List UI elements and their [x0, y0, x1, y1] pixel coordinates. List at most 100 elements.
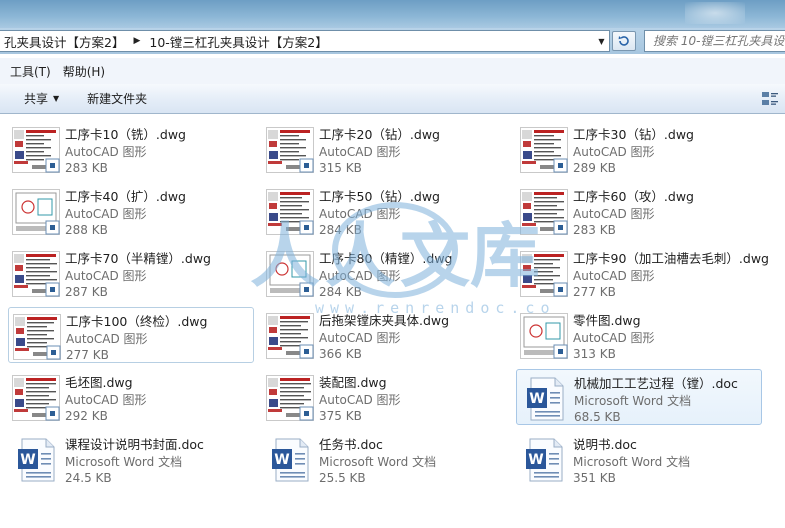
- file-size: 68.5 KB: [574, 410, 621, 424]
- file-item[interactable]: 工序卡60（攻）.dwg AutoCAD 图形 283 KB: [516, 183, 762, 239]
- file-size: 277 KB: [66, 348, 109, 362]
- file-type: AutoCAD 图形: [65, 207, 147, 221]
- command-bar: 共享 ▼ 新建文件夹: [0, 84, 785, 114]
- file-type: Microsoft Word 文档: [319, 455, 437, 469]
- window-title-bar: [0, 0, 785, 28]
- file-item[interactable]: 工序卡50（钻）.dwg AutoCAD 图形 284 KB: [262, 183, 508, 239]
- file-name: 毛坯图.dwg: [65, 375, 133, 390]
- file-thumbnail: [520, 127, 568, 173]
- file-size: 24.5 KB: [65, 471, 112, 485]
- view-options-icon[interactable]: [761, 90, 779, 108]
- file-name: 说明书.doc: [573, 437, 637, 452]
- dwg-thumbnail-icon: [266, 313, 314, 359]
- file-item[interactable]: 工序卡100（终检）.dwg AutoCAD 图形 277 KB: [8, 307, 254, 363]
- file-thumbnail: [266, 375, 314, 421]
- file-item[interactable]: W 课程设计说明书封面.doc Microsoft Word 文档 24.5 KB: [8, 431, 254, 487]
- address-dropdown-icon[interactable]: ▼: [593, 30, 610, 52]
- file-name: 零件图.dwg: [573, 313, 641, 328]
- file-item[interactable]: 工序卡10（铣）.dwg AutoCAD 图形 283 KB: [8, 121, 254, 177]
- file-thumbnail: [520, 189, 568, 235]
- breadcrumb-chevron-icon[interactable]: ▶: [128, 36, 145, 46]
- file-size: 351 KB: [573, 471, 616, 485]
- share-label: 共享: [24, 92, 49, 106]
- file-thumbnail: W: [521, 376, 569, 422]
- file-name: 工序卡80（精镗）.dwg: [319, 251, 453, 266]
- file-type: Microsoft Word 文档: [573, 455, 691, 469]
- file-name: 工序卡100（终检）.dwg: [66, 314, 208, 329]
- share-button[interactable]: 共享 ▼: [18, 87, 65, 110]
- file-size: 284 KB: [319, 285, 362, 299]
- file-type: AutoCAD 图形: [573, 331, 655, 345]
- file-name: 工序卡20（钻）.dwg: [319, 127, 440, 142]
- dwg-thumbnail-icon: [266, 375, 314, 421]
- file-item[interactable]: W 说明书.doc Microsoft Word 文档 351 KB: [516, 431, 762, 487]
- file-size: 315 KB: [319, 161, 362, 175]
- file-name: 工序卡50（钻）.dwg: [319, 189, 440, 204]
- file-name: 任务书.doc: [319, 437, 383, 452]
- file-thumbnail: [12, 189, 60, 235]
- file-type: AutoCAD 图形: [319, 269, 401, 283]
- file-name: 课程设计说明书封面.doc: [65, 437, 204, 452]
- file-item[interactable]: 毛坯图.dwg AutoCAD 图形 292 KB: [8, 369, 254, 425]
- file-item[interactable]: 工序卡20（钻）.dwg AutoCAD 图形 315 KB: [262, 121, 508, 177]
- file-thumbnail: [266, 127, 314, 173]
- file-size: 283 KB: [65, 161, 108, 175]
- file-item[interactable]: 工序卡30（钻）.dwg AutoCAD 图形 289 KB: [516, 121, 762, 177]
- new-folder-label: 新建文件夹: [87, 92, 148, 106]
- file-thumbnail: [13, 314, 61, 360]
- file-type: AutoCAD 图形: [573, 145, 655, 159]
- file-type: AutoCAD 图形: [65, 393, 147, 407]
- file-size: 366 KB: [319, 347, 362, 361]
- file-thumbnail: W: [266, 437, 314, 483]
- file-item[interactable]: 工序卡80（精镗）.dwg AutoCAD 图形 284 KB: [262, 245, 508, 301]
- file-name: 工序卡70（半精镗）.dwg: [65, 251, 211, 266]
- file-type: Microsoft Word 文档: [65, 455, 183, 469]
- search-box[interactable]: [644, 30, 785, 52]
- file-type: AutoCAD 图形: [319, 207, 401, 221]
- file-type: AutoCAD 图形: [573, 269, 655, 283]
- file-item[interactable]: 零件图.dwg AutoCAD 图形 313 KB: [516, 307, 762, 363]
- word-doc-icon: W: [526, 438, 563, 482]
- file-thumbnail: W: [520, 437, 568, 483]
- file-item[interactable]: W 任务书.doc Microsoft Word 文档 25.5 KB: [262, 431, 508, 487]
- file-type: AutoCAD 图形: [66, 332, 148, 346]
- search-input[interactable]: [653, 34, 785, 48]
- dwg-thumbnail-icon: [266, 127, 314, 173]
- file-name: 工序卡60（攻）.dwg: [573, 189, 694, 204]
- file-name: 工序卡30（钻）.dwg: [573, 127, 694, 142]
- dwg-thumbnail-icon: [12, 127, 60, 173]
- new-folder-button[interactable]: 新建文件夹: [81, 87, 153, 110]
- file-type: AutoCAD 图形: [65, 145, 147, 159]
- file-item[interactable]: 工序卡90（加工油槽去毛刺）.dwg AutoCAD 图形 277 KB: [516, 245, 769, 301]
- file-thumbnail: [266, 189, 314, 235]
- file-name: 工序卡90（加工油槽去毛刺）.dwg: [573, 251, 769, 266]
- file-size: 288 KB: [65, 223, 108, 237]
- address-bar[interactable]: 孔夹具设计【方案2】 ▶ 10-镗三杠孔夹具设计【方案2】: [0, 30, 610, 52]
- word-doc-icon: W: [272, 438, 309, 482]
- file-size: 25.5 KB: [319, 471, 366, 485]
- file-thumbnail: [12, 375, 60, 421]
- menu-help[interactable]: 帮助(H): [57, 61, 111, 82]
- file-type: AutoCAD 图形: [573, 207, 655, 221]
- refresh-button[interactable]: [612, 31, 636, 51]
- address-row: 孔夹具设计【方案2】 ▶ 10-镗三杠孔夹具设计【方案2】 ▼: [0, 28, 785, 54]
- dwg-thumbnail-icon: [520, 127, 568, 173]
- file-thumbnail: [520, 251, 568, 297]
- file-thumbnail: [520, 313, 568, 359]
- svg-text:W: W: [529, 391, 544, 407]
- file-item[interactable]: 后拖架镗床夹具体.dwg AutoCAD 图形 366 KB: [262, 307, 508, 363]
- file-item[interactable]: 装配图.dwg AutoCAD 图形 375 KB: [262, 369, 508, 425]
- svg-text:W: W: [20, 452, 35, 468]
- file-name: 装配图.dwg: [319, 375, 387, 390]
- file-item[interactable]: W 机械加工工艺过程（镗）.doc Microsoft Word 文档 68.5 KB: [516, 369, 762, 425]
- file-name: 后拖架镗床夹具体.dwg: [319, 313, 450, 328]
- file-type: AutoCAD 图形: [319, 145, 401, 159]
- menu-tools[interactable]: 工具(T): [4, 61, 57, 82]
- file-item[interactable]: 工序卡40（扩）.dwg AutoCAD 图形 288 KB: [8, 183, 254, 239]
- file-list: 工序卡10（铣）.dwg AutoCAD 图形 283 KB 工序卡20（钻）.dwg…: [0, 115, 785, 528]
- breadcrumb-parent[interactable]: 孔夹具设计【方案2】: [0, 32, 128, 51]
- file-thumbnail: W: [12, 437, 60, 483]
- file-item[interactable]: 工序卡70（半精镗）.dwg AutoCAD 图形 287 KB: [8, 245, 254, 301]
- breadcrumb-current[interactable]: 10-镗三杠孔夹具设计【方案2】: [145, 32, 331, 51]
- file-type: AutoCAD 图形: [319, 393, 401, 407]
